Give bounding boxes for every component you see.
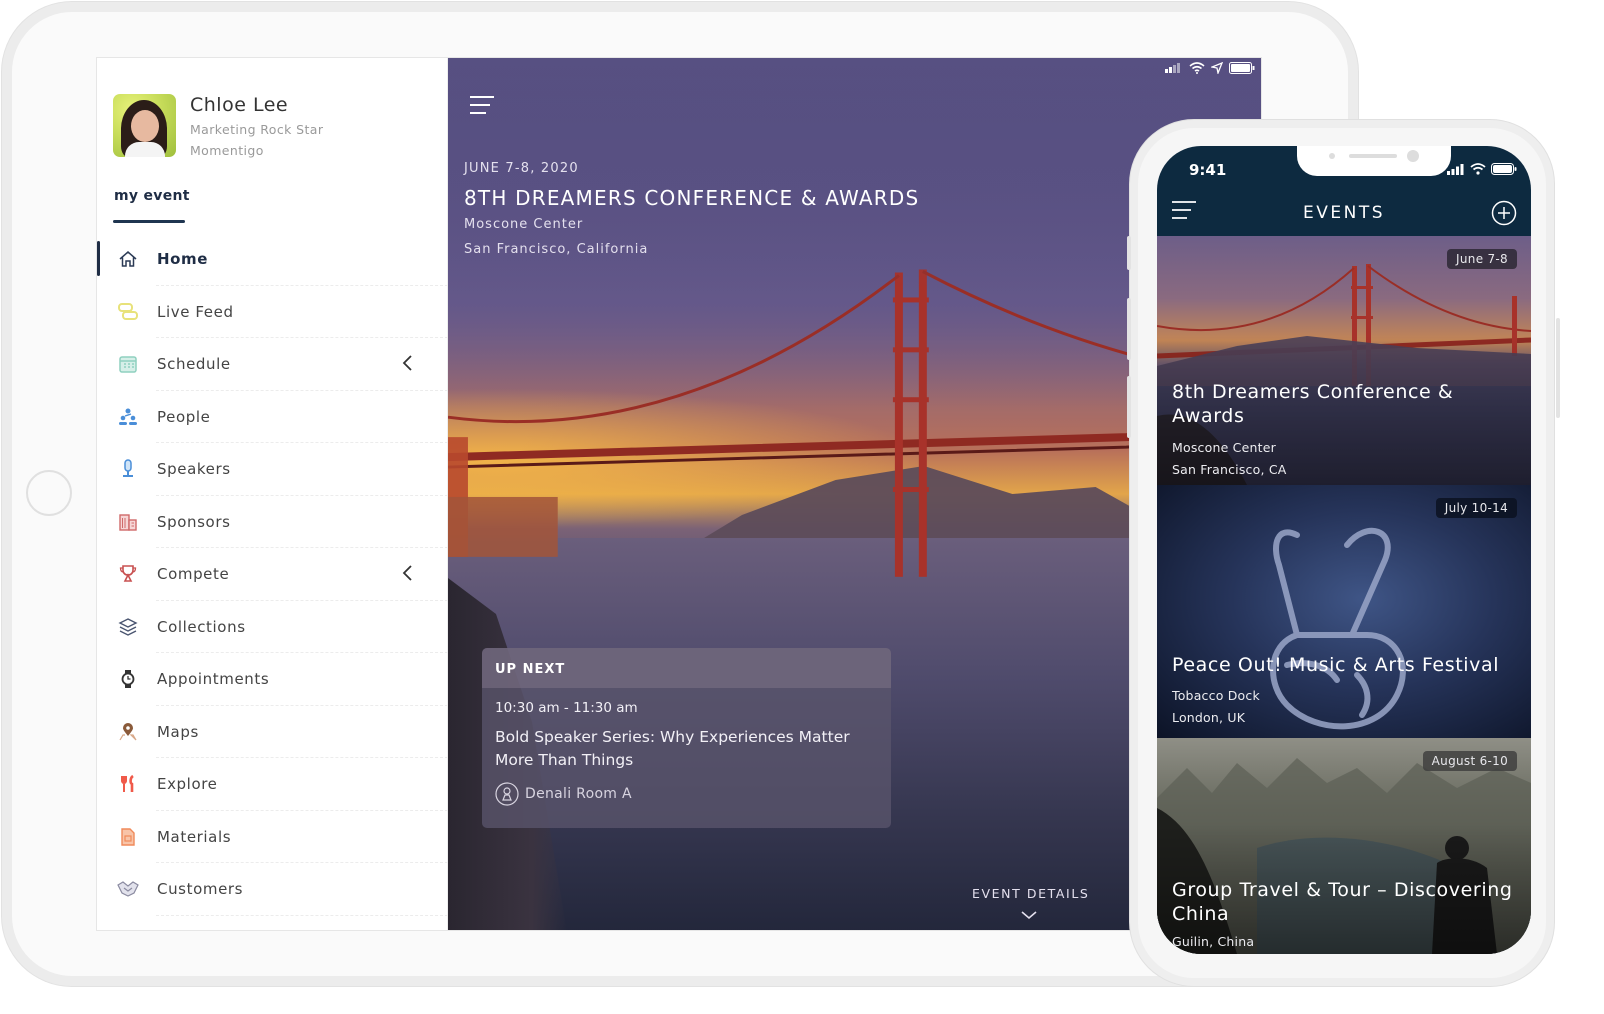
- sidebar-item-customers[interactable]: Customers: [97, 863, 448, 916]
- menu-icon[interactable]: [468, 94, 496, 118]
- up-next-card[interactable]: UP NEXT 10:30 am - 11:30 am Bold Speaker…: [482, 648, 891, 828]
- sidebar-item-live-feed[interactable]: Live Feed: [97, 286, 448, 339]
- phone-mute-switch: [1127, 236, 1131, 270]
- building-icon: [116, 510, 140, 534]
- chat-bubbles-icon: [116, 300, 140, 324]
- sidebar-item-label: Schedule: [157, 355, 231, 374]
- phone-screen: 9:41 EVENTS June 7-8 8th Dreamers Confer…: [1157, 146, 1531, 954]
- chevron-down-icon[interactable]: [1020, 910, 1038, 920]
- sidebar-item-label: Maps: [157, 722, 199, 741]
- sidebar-item-compete[interactable]: Compete: [97, 548, 448, 601]
- sidebar-item-appointments[interactable]: Appointments: [97, 653, 448, 706]
- phone-header-title: EVENTS: [1302, 203, 1385, 223]
- event-city: San Francisco, California: [464, 242, 649, 257]
- session-title: Bold Speaker Series: Why Experiences Mat…: [495, 728, 850, 769]
- event-card-venue: Tobacco Dock: [1172, 688, 1260, 703]
- phone-volume-up: [1127, 298, 1131, 360]
- event-card-title: Peace Out! Music & Arts Festival: [1172, 654, 1500, 676]
- user-profile[interactable]: Chloe Lee Marketing Rock Star Momentigo: [113, 94, 323, 158]
- sidebar-item-label: Explore: [157, 775, 218, 794]
- tablet-screen: Chloe Lee Marketing Rock Star Momentigo …: [96, 57, 1262, 931]
- location-badge-icon: [495, 782, 519, 806]
- sidebar-item-sponsors[interactable]: Sponsors: [97, 496, 448, 549]
- sidebar-item-label: Live Feed: [157, 302, 234, 321]
- microphone-icon: [116, 457, 140, 481]
- sidebar-item-label: Appointments: [157, 670, 270, 689]
- battery-icon: [1229, 62, 1255, 74]
- event-card-title: 8th Dreamers Conference & Awards: [1172, 381, 1454, 427]
- event-card[interactable]: August 6-10 Group Travel & Tour – Discov…: [1157, 738, 1531, 954]
- sidebar-item-explore[interactable]: Explore: [97, 758, 448, 811]
- event-card-city: London, UK: [1172, 710, 1246, 725]
- sidebar-item-maps[interactable]: Maps: [97, 706, 448, 759]
- event-date: JUNE 7-8, 2020: [464, 161, 579, 176]
- sidebar-item-label: Speakers: [157, 460, 231, 479]
- signal-icon: [1447, 163, 1464, 175]
- sidebar-item-label: Collections: [157, 617, 246, 636]
- event-title: 8TH DREAMERS CONFERENCE & AWARDS: [464, 186, 920, 210]
- wifi-icon: [1470, 163, 1486, 175]
- layers-icon: [116, 615, 140, 639]
- sidebar-item-label: Home: [157, 250, 209, 269]
- sidebar-nav: Home Live Feed Schedule People Speakers …: [97, 233, 448, 916]
- event-card-city: Guilin, China: [1172, 934, 1255, 949]
- sidebar-item-label: Customers: [157, 880, 244, 899]
- tab-my-event[interactable]: my event: [114, 188, 190, 204]
- event-date-badge: June 7-8: [1447, 249, 1517, 269]
- wifi-icon: [1189, 62, 1205, 74]
- tab-active-indicator: [113, 220, 185, 223]
- sidebar-item-label: Materials: [157, 827, 232, 846]
- sidebar-item-collections[interactable]: Collections: [97, 601, 448, 654]
- calendar-icon: [116, 352, 140, 376]
- avatar: [113, 94, 176, 157]
- sidebar-item-schedule[interactable]: Schedule: [97, 338, 448, 391]
- sidebar-item-label: Sponsors: [157, 512, 231, 531]
- profile-organization: Momentigo: [190, 143, 264, 158]
- event-card[interactable]: July 10-14 Peace Out! Music & Arts Festi…: [1157, 485, 1531, 738]
- event-card-venue: Moscone Center: [1172, 440, 1276, 455]
- tablet-home-button[interactable]: [26, 470, 72, 516]
- sidebar-item-speakers[interactable]: Speakers: [97, 443, 448, 496]
- chevron-left-icon[interactable]: [398, 563, 418, 583]
- phone-power-button: [1556, 318, 1560, 418]
- fork-knife-icon: [116, 772, 140, 796]
- add-circle-icon[interactable]: [1491, 200, 1517, 226]
- watch-icon: [116, 667, 140, 691]
- session-room-label: Denali Room A: [525, 786, 632, 802]
- battery-icon: [1491, 163, 1517, 175]
- sidebar-item-label: People: [157, 407, 211, 426]
- map-pin-icon: [116, 720, 140, 744]
- event-card-city: San Francisco, CA: [1172, 462, 1287, 477]
- signal-icon: [1165, 63, 1180, 73]
- profile-role: Marketing Rock Star: [190, 122, 324, 137]
- session-room: Denali Room A: [495, 782, 632, 806]
- sidebar: Chloe Lee Marketing Rock Star Momentigo …: [97, 58, 448, 930]
- home-icon: [116, 247, 140, 271]
- event-date-badge: July 10-14: [1435, 498, 1517, 518]
- event-card-title: Group Travel & Tour – Discovering China: [1172, 879, 1513, 925]
- handshake-icon: [116, 877, 140, 901]
- chevron-left-icon[interactable]: [398, 353, 418, 373]
- profile-name: Chloe Lee: [190, 94, 289, 116]
- tablet-status-bar: [1165, 62, 1255, 74]
- event-details-link[interactable]: EVENT DETAILS: [972, 886, 1089, 901]
- event-card[interactable]: June 7-8 8th Dreamers Conference & Award…: [1157, 236, 1531, 485]
- sidebar-item-home[interactable]: Home: [97, 233, 448, 286]
- phone-clock: 9:41: [1189, 161, 1227, 179]
- document-icon: [116, 825, 140, 849]
- sidebar-item-materials[interactable]: Materials: [97, 811, 448, 864]
- up-next-heading: UP NEXT: [482, 648, 891, 688]
- sidebar-item-label: Compete: [157, 565, 230, 584]
- location-arrow-icon: [1211, 62, 1223, 74]
- session-time: 10:30 am - 11:30 am: [495, 700, 638, 716]
- sidebar-item-people[interactable]: People: [97, 391, 448, 444]
- event-venue: Moscone Center: [464, 217, 584, 232]
- event-date-badge: August 6-10: [1422, 751, 1517, 771]
- phone-notch: [1297, 146, 1451, 176]
- trophy-icon: [116, 562, 140, 586]
- phone-status-bar: [1447, 163, 1517, 175]
- phone-volume-down: [1127, 376, 1131, 438]
- phone-header: EVENTS: [1157, 190, 1531, 236]
- people-icon: [116, 405, 140, 429]
